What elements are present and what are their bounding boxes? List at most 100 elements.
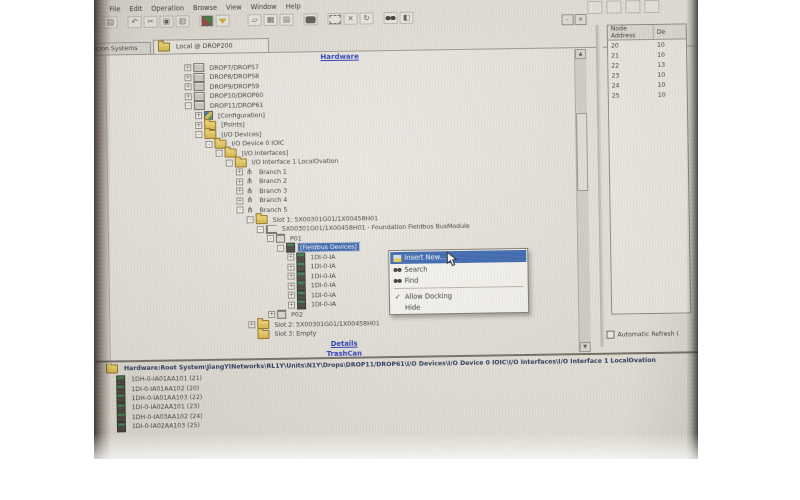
fieldbus-device-icon [286, 243, 295, 253]
column-device[interactable]: De [654, 28, 686, 36]
drop-icon [194, 82, 205, 91]
tree-node-label: 1DI-0-IA [308, 253, 337, 261]
expander-icon[interactable]: + [185, 84, 192, 91]
drop-icon [193, 73, 204, 82]
list-item[interactable]: 1DI-0-IA02AA103 (25) [117, 421, 203, 432]
mdi-window-controls: - × [561, 14, 586, 25]
filter-icon[interactable] [215, 15, 229, 27]
menu-file[interactable]: File [109, 5, 120, 13]
expander-icon[interactable]: - [216, 150, 223, 157]
expander-icon[interactable]: - [205, 141, 212, 148]
tree-node-label: 1DI-0-IA [309, 300, 338, 308]
expander-icon[interactable]: - [277, 244, 284, 251]
toolbar-icon[interactable] [625, 0, 640, 13]
expander-icon[interactable]: + [185, 93, 192, 100]
auto-refresh-checkbox[interactable] [606, 331, 614, 339]
tree-node-label: P02 [289, 310, 305, 318]
toolbar-icon[interactable] [644, 0, 659, 13]
cut-icon[interactable]: ✂ [143, 16, 157, 28]
expander-icon[interactable]: + [236, 197, 243, 204]
expander-icon[interactable]: - [185, 103, 192, 110]
expander-icon[interactable]: + [195, 122, 202, 129]
panel-divider[interactable] [596, 25, 608, 347]
toolbar-icon[interactable] [606, 0, 621, 13]
expander-icon[interactable]: - [257, 226, 264, 233]
expander-icon[interactable]: - [247, 216, 254, 223]
branch-icon [245, 206, 254, 214]
menu-edit[interactable]: Edit [129, 5, 142, 13]
undo-icon[interactable]: ↶ [127, 16, 141, 28]
port-icon [276, 234, 285, 243]
expander-icon[interactable]: + [236, 169, 243, 176]
camera-icon[interactable] [303, 13, 317, 25]
tree-node-label: Branch 4 [257, 196, 289, 204]
branch-icon [245, 187, 254, 195]
main-toolbar: ▤ ↶ ✂ ▣ ▥ ▱ ▦ ▤ × ↻ ◧ [103, 12, 413, 29]
table-row[interactable]: 2510 [609, 89, 687, 100]
column-node-address[interactable]: Node Address [608, 25, 654, 40]
expander-icon[interactable]: + [287, 263, 294, 270]
expander-icon[interactable]: + [195, 112, 202, 119]
tree-node-label: I/O Device 0 IOIC [229, 139, 286, 148]
open-icon[interactable]: ▱ [247, 14, 261, 26]
tree-node-label: DROP8/DROP58 [207, 72, 261, 81]
expander-icon[interactable]: + [288, 302, 295, 309]
menu-bar: File Edit Operation Browse View Window H… [109, 2, 300, 13]
expander-icon[interactable]: - [226, 159, 233, 166]
tree-node-label: Branch 2 [257, 177, 289, 185]
menu-window[interactable]: Window [251, 3, 277, 11]
checkmark-icon: ✓ [391, 292, 405, 300]
expander-icon[interactable]: + [288, 292, 295, 299]
tree-node-label: DROP9/DROP59 [208, 82, 262, 91]
list-item-label: 1DH-0-IA01AA103 (22) [131, 394, 202, 402]
menu-browse[interactable]: Browse [193, 4, 217, 12]
save-icon[interactable]: ▦ [263, 14, 277, 26]
expander-icon[interactable]: + [288, 282, 295, 289]
menu-item-hide[interactable]: Hide [391, 300, 527, 313]
close-button[interactable]: × [574, 14, 586, 25]
paste-icon[interactable]: ▥ [175, 15, 189, 27]
minimize-button[interactable]: - [561, 14, 573, 25]
clipboard-icon[interactable]: ▤ [279, 14, 293, 26]
expander-icon[interactable]: + [184, 64, 191, 71]
expander-icon[interactable]: - [236, 207, 243, 214]
menu-help[interactable]: Help [286, 2, 301, 10]
context-menu: Insert New... Search Find ✓ Allow Dockin… [388, 248, 529, 315]
expander-icon[interactable]: + [287, 254, 294, 261]
expander-icon[interactable]: + [184, 74, 191, 81]
search-icon[interactable] [383, 12, 397, 24]
secondary-toolbar [587, 0, 659, 14]
flag-icon[interactable]: ◧ [399, 12, 413, 24]
branch-icon [245, 168, 254, 176]
menu-item-find[interactable]: Find [391, 273, 527, 286]
expander-icon[interactable]: - [267, 235, 274, 242]
scroll-up-icon[interactable]: ▲ [575, 49, 586, 59]
print-icon[interactable]: ▤ [103, 16, 117, 28]
menu-view[interactable]: View [226, 3, 242, 11]
expander-icon[interactable]: + [236, 188, 243, 195]
tree-node-label: 1DI-0-IA [309, 291, 338, 299]
copy-icon[interactable]: ▣ [159, 15, 173, 27]
scrollbar-thumb[interactable] [576, 113, 588, 191]
expander-icon[interactable]: + [268, 311, 275, 318]
tree-node-label: [Fieldbus Devices] [298, 243, 359, 252]
tab-label: Local @ DROP200 [176, 43, 233, 51]
node-address-table: Node Address De 2010 2110 2213 2310 2410… [607, 23, 692, 314]
expander-icon[interactable]: - [195, 131, 202, 138]
palette-icon[interactable] [199, 15, 213, 27]
select-icon[interactable] [327, 13, 341, 25]
expander-icon[interactable]: + [236, 178, 243, 185]
toolbar-icon[interactable] [587, 1, 602, 14]
delete-icon[interactable]: × [343, 13, 357, 25]
tab-systems[interactable]: ation Systems [94, 42, 151, 55]
menu-item-label: Search [404, 265, 427, 273]
expander-icon[interactable]: + [248, 321, 255, 328]
expander-icon[interactable]: + [288, 273, 295, 280]
tree-node-label: DROP7/DROP57 [207, 63, 261, 72]
scroll-down-icon[interactable]: ▼ [580, 342, 591, 352]
list-item-label: 1DI-0-IA01AA102 (20) [131, 385, 199, 393]
menu-operation[interactable]: Operation [151, 4, 184, 13]
device-icon [117, 422, 126, 432]
refresh-icon[interactable]: ↻ [359, 12, 373, 24]
drop-icon [194, 92, 205, 101]
